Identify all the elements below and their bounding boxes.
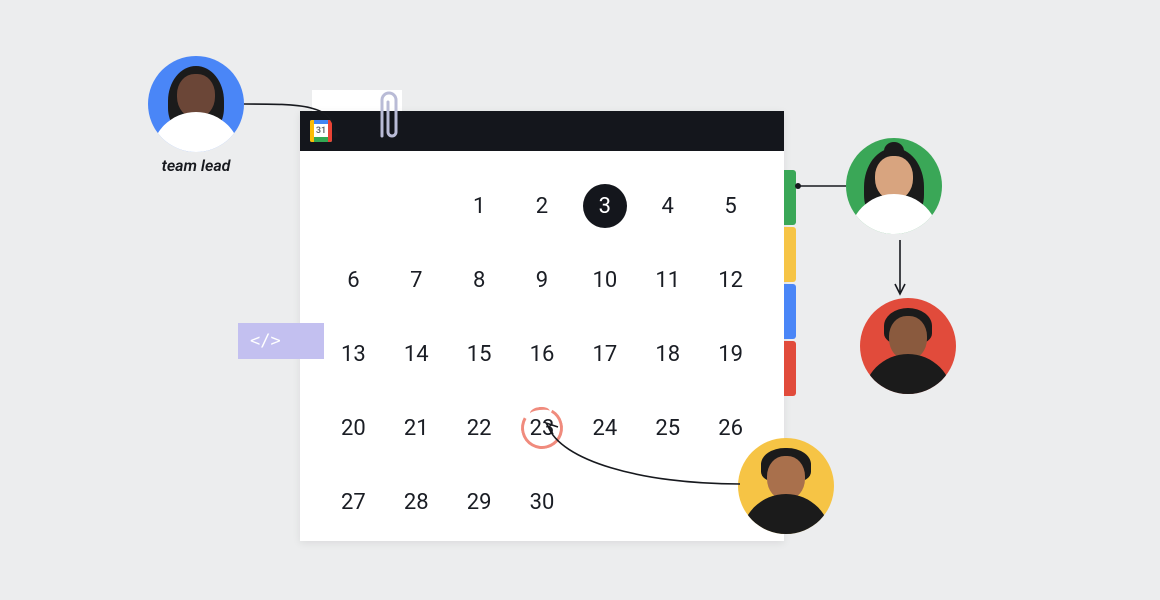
calendar-day-number: 13 bbox=[341, 342, 366, 367]
calendar-day[interactable]: 14 bbox=[385, 317, 448, 391]
calendar-day[interactable]: 19 bbox=[699, 317, 762, 391]
calendar-day bbox=[636, 465, 699, 539]
color-tabs bbox=[784, 170, 794, 398]
calendar-card: 31 1234567891011121314151617181920212223… bbox=[300, 111, 784, 541]
calendar-day-number: 22 bbox=[467, 416, 492, 441]
calendar-day-number: 17 bbox=[592, 342, 617, 367]
calendar-day[interactable]: 15 bbox=[448, 317, 511, 391]
calendar-day-number: 3 bbox=[583, 184, 627, 228]
calendar-day-number: 10 bbox=[592, 268, 617, 293]
calendar-day[interactable]: 18 bbox=[636, 317, 699, 391]
calendar-body: 1234567891011121314151617181920212223242… bbox=[300, 151, 784, 559]
calendar-day[interactable]: 9 bbox=[511, 243, 574, 317]
calendar-day-number: 14 bbox=[404, 342, 429, 367]
tab-yellow bbox=[784, 227, 796, 282]
avatar-team-lead bbox=[148, 56, 244, 152]
calendar-day[interactable]: 29 bbox=[448, 465, 511, 539]
team-lead-label: team lead bbox=[148, 156, 244, 175]
calendar-day[interactable]: 22 bbox=[448, 391, 511, 465]
calendar-day[interactable]: 30 bbox=[511, 465, 574, 539]
calendar-day-number: 20 bbox=[341, 416, 366, 441]
calendar-day-number: 12 bbox=[718, 268, 743, 293]
calendar-day[interactable]: 5 bbox=[699, 169, 762, 243]
code-embed-label: </> bbox=[250, 331, 281, 351]
calendar-day[interactable]: 20 bbox=[322, 391, 385, 465]
calendar-day-number: 30 bbox=[530, 490, 555, 515]
calendar-day-number: 2 bbox=[536, 194, 548, 219]
calendar-day-number: 28 bbox=[404, 490, 429, 515]
calendar-day-number: 21 bbox=[404, 416, 429, 441]
calendar-day-number: 4 bbox=[662, 194, 674, 219]
calendar-day-number: 7 bbox=[410, 268, 422, 293]
calendar-day[interactable]: 25 bbox=[636, 391, 699, 465]
calendar-day[interactable]: 2 bbox=[511, 169, 574, 243]
code-embed-tag: </> bbox=[238, 323, 324, 359]
calendar-day-number: 19 bbox=[718, 342, 743, 367]
avatar-member-2 bbox=[860, 298, 956, 394]
calendar-day-number: 8 bbox=[473, 268, 485, 293]
calendar-day-number: 5 bbox=[724, 194, 736, 219]
calendar-day-number: 25 bbox=[655, 416, 680, 441]
calendar-day-number: 23 bbox=[530, 416, 555, 441]
calendar-day[interactable]: 11 bbox=[636, 243, 699, 317]
calendar-day[interactable]: 4 bbox=[636, 169, 699, 243]
calendar-day[interactable]: 16 bbox=[511, 317, 574, 391]
calendar-day-number: 6 bbox=[347, 268, 359, 293]
calendar-day-number: 29 bbox=[467, 490, 492, 515]
tab-green bbox=[784, 170, 796, 225]
calendar-day-number: 26 bbox=[718, 416, 743, 441]
calendar-icon-day: 31 bbox=[310, 120, 332, 142]
calendar-day bbox=[573, 465, 636, 539]
calendar-day[interactable]: 12 bbox=[699, 243, 762, 317]
calendar-day[interactable]: 17 bbox=[573, 317, 636, 391]
calendar-day[interactable]: 10 bbox=[573, 243, 636, 317]
calendar-day[interactable]: 21 bbox=[385, 391, 448, 465]
calendar-day bbox=[385, 169, 448, 243]
calendar-day[interactable]: 27 bbox=[322, 465, 385, 539]
tab-blue bbox=[784, 284, 796, 339]
calendar-day[interactable]: 13 bbox=[322, 317, 385, 391]
calendar-day bbox=[322, 169, 385, 243]
calendar-day[interactable]: 3 bbox=[573, 169, 636, 243]
calendar-day-number: 9 bbox=[536, 268, 548, 293]
calendar-grid: 1234567891011121314151617181920212223242… bbox=[322, 169, 762, 539]
calendar-day-number: 1 bbox=[473, 194, 485, 219]
calendar-day[interactable]: 1 bbox=[448, 169, 511, 243]
avatar-member-3 bbox=[738, 438, 834, 534]
calendar-day[interactable]: 7 bbox=[385, 243, 448, 317]
calendar-day[interactable]: 28 bbox=[385, 465, 448, 539]
tab-red bbox=[784, 341, 796, 396]
google-calendar-icon: 31 bbox=[310, 120, 332, 142]
calendar-day[interactable]: 6 bbox=[322, 243, 385, 317]
calendar-day[interactable]: 24 bbox=[573, 391, 636, 465]
avatar-member-1 bbox=[846, 138, 942, 234]
calendar-day[interactable]: 23 bbox=[511, 391, 574, 465]
calendar-header: 31 bbox=[300, 111, 784, 151]
calendar-day-number: 27 bbox=[341, 490, 366, 515]
calendar-day-number: 16 bbox=[530, 342, 555, 367]
calendar-day-number: 15 bbox=[467, 342, 492, 367]
calendar-day-number: 11 bbox=[655, 268, 680, 293]
calendar-day-number: 24 bbox=[592, 416, 617, 441]
calendar-day-number: 18 bbox=[655, 342, 680, 367]
calendar-day[interactable]: 8 bbox=[448, 243, 511, 317]
